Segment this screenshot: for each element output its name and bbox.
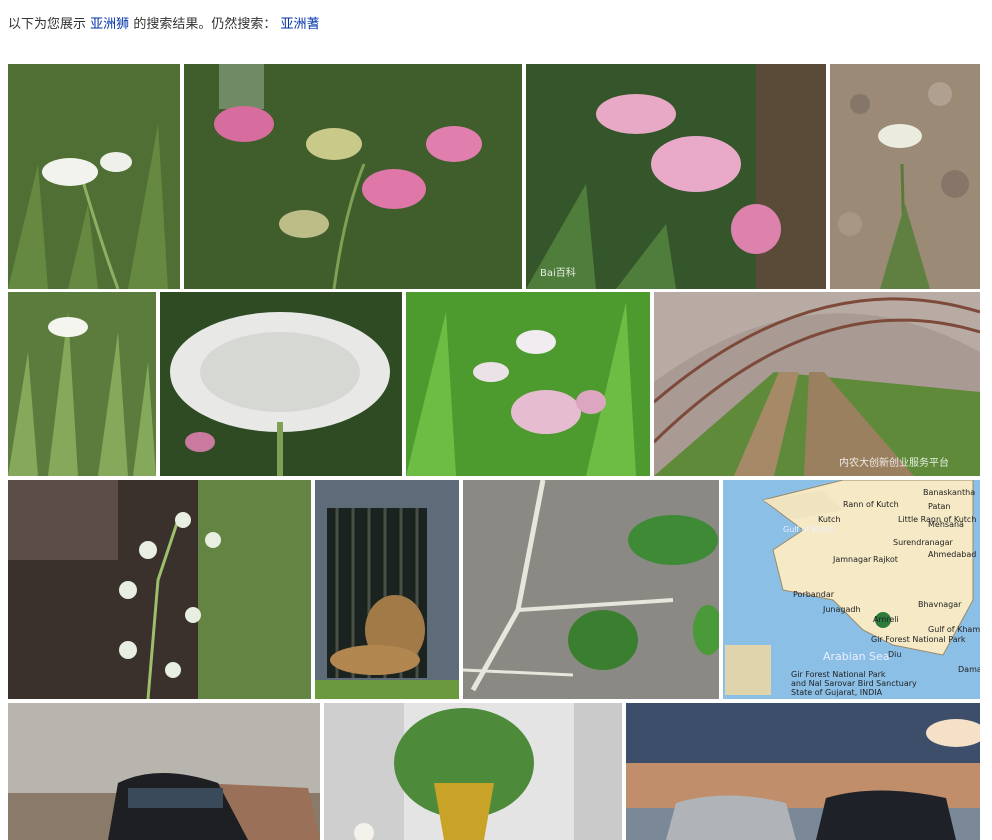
corrected-query-link[interactable]: 亚洲狮	[90, 17, 129, 32]
original-query-link[interactable]: 亚洲蓍	[280, 17, 319, 32]
image-result-white-root-vine[interactable]	[463, 480, 719, 699]
map-label: Banaskantha	[923, 488, 976, 497]
notice-prefix: 以下为您展示	[8, 17, 87, 32]
map-caption: and Nal Sarovar Bird Sanctuary	[791, 679, 917, 688]
map-label: Surendranagar	[893, 538, 953, 547]
map-label: Rajkot	[873, 555, 898, 564]
map-label: Daman	[958, 665, 980, 674]
image-result-yarrow-white-flower[interactable]	[8, 64, 180, 289]
map-label: Arabian Sea	[823, 650, 890, 663]
map-label: Bhavnagar	[918, 600, 962, 609]
map-label: Ahmedabad	[928, 550, 977, 559]
map-label: Junagadh	[823, 605, 861, 614]
map-caption: State of Gujarat, INDIA	[791, 688, 883, 697]
image-result-fern-in-pot[interactable]	[324, 703, 622, 840]
image-result-yarrow-pink-flower[interactable]	[184, 64, 522, 289]
watermark-text: Bai百科	[540, 268, 576, 279]
map-label: Gulf of Kutch	[783, 525, 835, 534]
image-result-yarrow-pink-bush[interactable]: Bai百科	[526, 64, 826, 289]
watermark-text: 内农大创新创业服务平台	[839, 458, 949, 469]
image-result-greenhouse-field[interactable]: 内农大创新创业服务平台	[654, 292, 980, 476]
image-result-yarrow-grass-white[interactable]	[8, 292, 156, 476]
map-label: Amreli	[873, 615, 899, 624]
image-result-white-star-flower[interactable]	[8, 480, 311, 699]
image-result-toyota-car-park[interactable]	[8, 703, 320, 840]
map-label: Rann of Kutch	[843, 500, 899, 509]
map-label: Patan	[928, 502, 951, 511]
search-correction-notice: 以下为您展示 亚洲狮 的搜索结果。仍然搜索： 亚洲蓍	[8, 15, 319, 35]
image-result-yarrow-white-closeup[interactable]	[160, 292, 402, 476]
image-result-toyota-cars-sunset[interactable]	[626, 703, 980, 840]
map-label: Jamnagar	[833, 555, 872, 564]
image-result-yarrow-rocky-soil[interactable]	[830, 64, 980, 289]
map-label: Porbandar	[793, 590, 835, 599]
map-label: Mehsana	[928, 520, 964, 529]
image-result-yarrow-white-pink-green[interactable]	[406, 292, 650, 476]
map-label: Diu	[888, 650, 902, 659]
map-label: Gulf of Khambhat	[928, 625, 980, 634]
image-result-asiatic-lion-cage[interactable]	[315, 480, 459, 699]
map-caption: Gir Forest National Park	[791, 670, 886, 679]
map-label: Gir Forest National Park	[871, 635, 966, 644]
map-label: Kutch	[818, 515, 841, 524]
notice-middle: 的搜索结果。仍然搜索：	[133, 17, 277, 32]
image-result-gir-forest-map[interactable]: Gulf of Kutch Arabian Sea Gulf of Khambh…	[723, 480, 980, 699]
